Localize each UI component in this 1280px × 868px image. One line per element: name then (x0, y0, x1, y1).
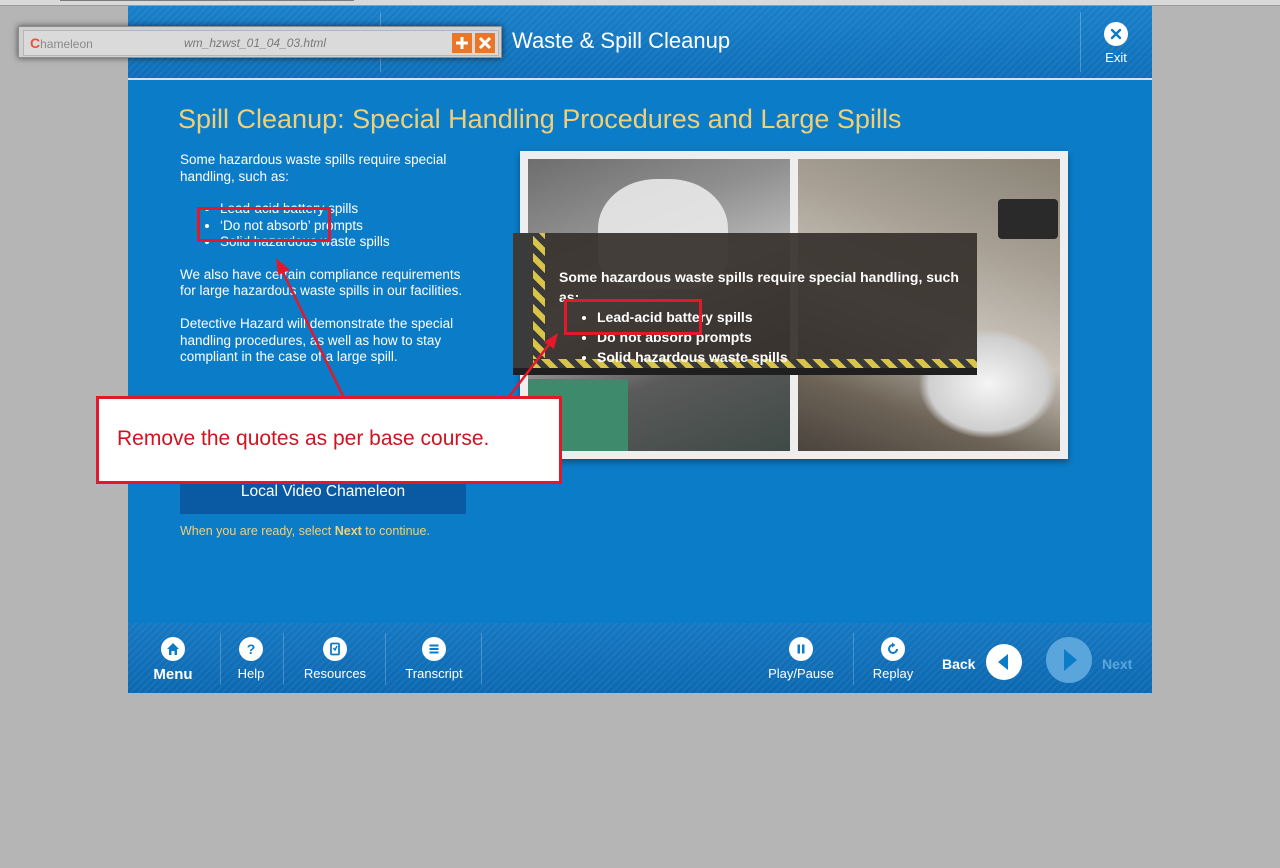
annotation-arrow-line-left (278, 265, 346, 399)
arrowhead-icon (276, 258, 290, 275)
annotation-arrow-line-right (507, 341, 552, 399)
annotation-callout: Remove the quotes as per base course. (96, 396, 562, 484)
annotation-text: Remove the quotes as per base course. (117, 427, 490, 450)
